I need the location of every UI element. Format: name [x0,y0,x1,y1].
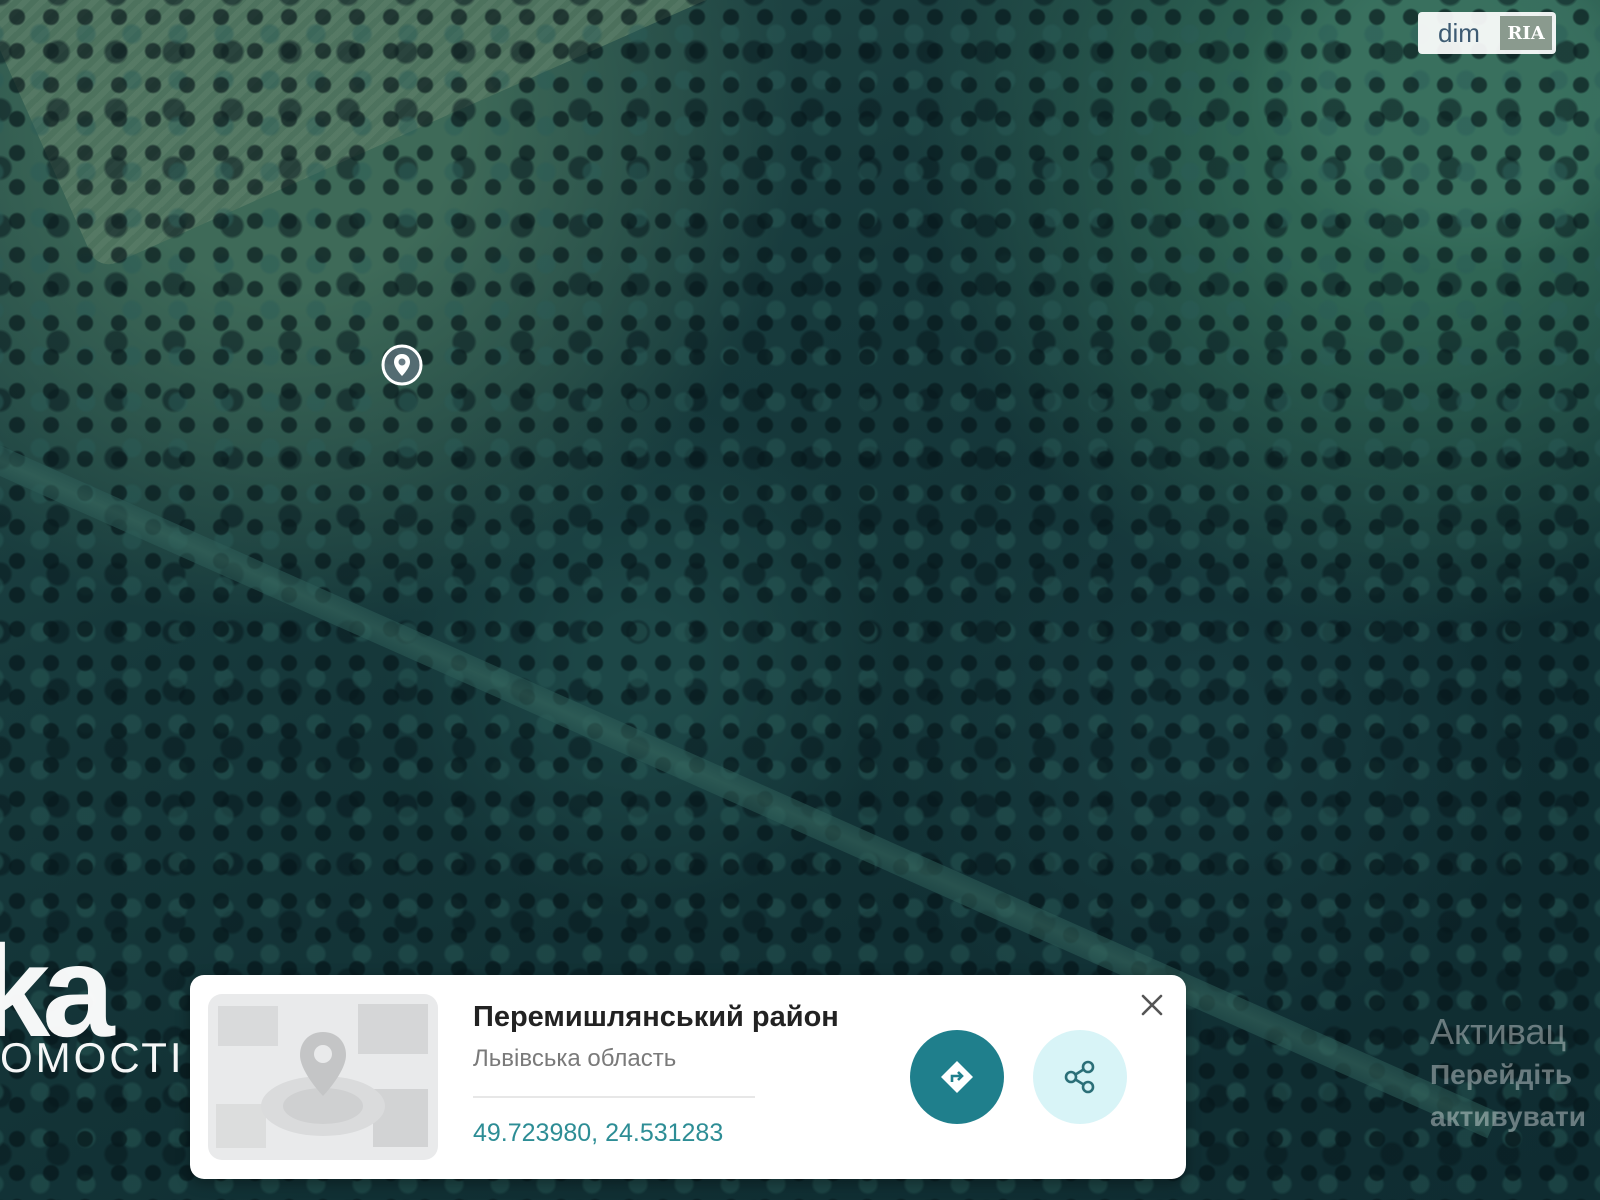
location-pin-icon[interactable] [380,343,424,387]
close-icon [1141,994,1163,1016]
directions-icon [941,1061,973,1093]
ria-logo: RIA [1500,16,1552,50]
overlay-logo-small: ОМОСТІ [0,1034,185,1081]
location-thumbnail [208,994,438,1160]
location-region: Львівська область [473,1045,677,1072]
overlay-logo: ka ОМОСТІ [0,928,192,1128]
card-divider [473,1096,755,1098]
location-coordinates[interactable]: 49.723980, 24.531283 [473,1119,723,1148]
activation-line-2: Перейдіть [1430,1059,1573,1090]
share-icon [1064,1060,1095,1094]
close-button[interactable] [1132,985,1172,1025]
activation-line-3: активувати [1430,1101,1586,1132]
watermark-brand-text: dim [1438,17,1480,48]
directions-button[interactable] [910,1030,1004,1124]
share-button[interactable] [1033,1030,1127,1124]
dim-ria-watermark: dim RIA [1418,12,1556,54]
windows-activation-notice: Активац Перейдіть активувати [1430,1010,1600,1138]
activation-line-1: Активац [1430,1011,1567,1052]
location-title: Перемишлянський район [473,1001,839,1033]
location-card: Перемишлянський район Львівська область … [190,975,1186,1179]
